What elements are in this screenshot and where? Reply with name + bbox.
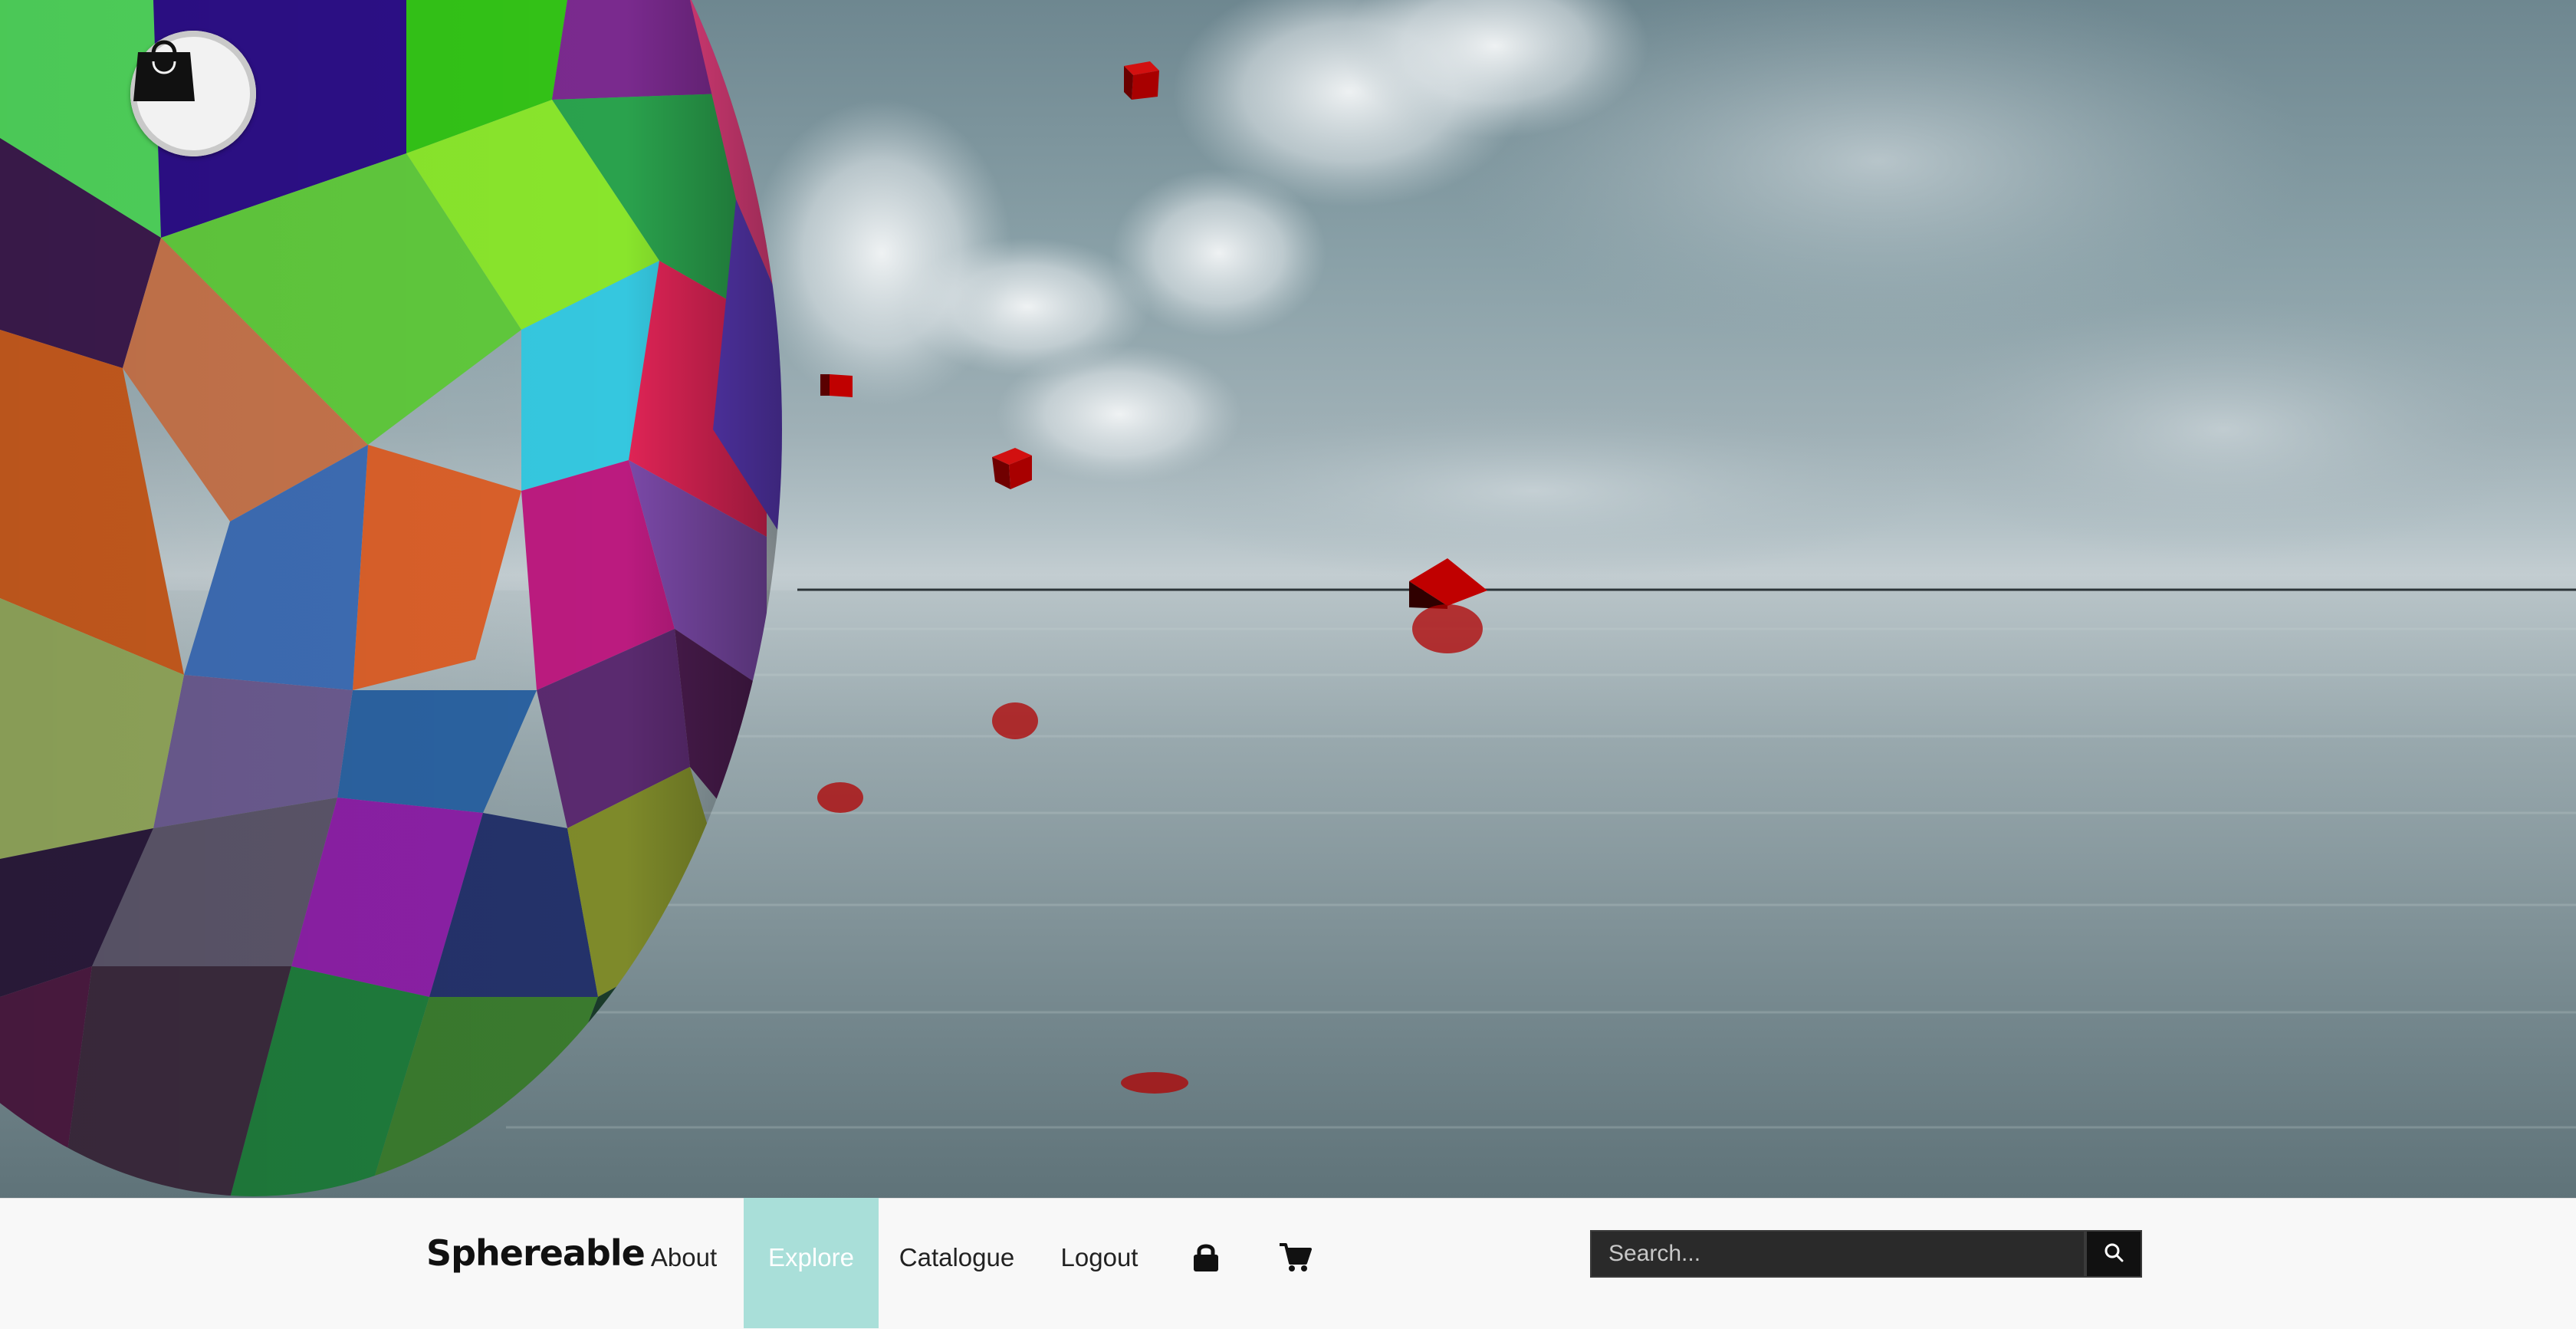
search-button[interactable] <box>2085 1230 2142 1278</box>
search-input[interactable] <box>1590 1230 2085 1278</box>
nav-link-logout[interactable]: Logout <box>1052 1198 1147 1328</box>
search-icon <box>2104 1242 2124 1266</box>
scene-canvas <box>0 0 2576 1198</box>
cube <box>992 448 1032 489</box>
cube <box>820 374 853 397</box>
nav-link-catalogue[interactable]: Catalogue <box>894 1198 1020 1328</box>
clouds <box>751 0 2545 583</box>
cube <box>1124 61 1159 100</box>
nav-link-about[interactable]: About <box>641 1198 727 1328</box>
3d-scene[interactable] <box>0 0 2576 1198</box>
cart-icon <box>1278 1242 1312 1276</box>
nav-link-explore[interactable]: Explore <box>744 1198 879 1328</box>
shop-bag-button[interactable] <box>130 31 256 156</box>
brand-logo[interactable]: Sphereable <box>426 1229 646 1278</box>
lock-button[interactable] <box>1187 1239 1225 1278</box>
cart-button[interactable] <box>1276 1239 1314 1278</box>
lock-icon <box>1191 1242 1221 1276</box>
